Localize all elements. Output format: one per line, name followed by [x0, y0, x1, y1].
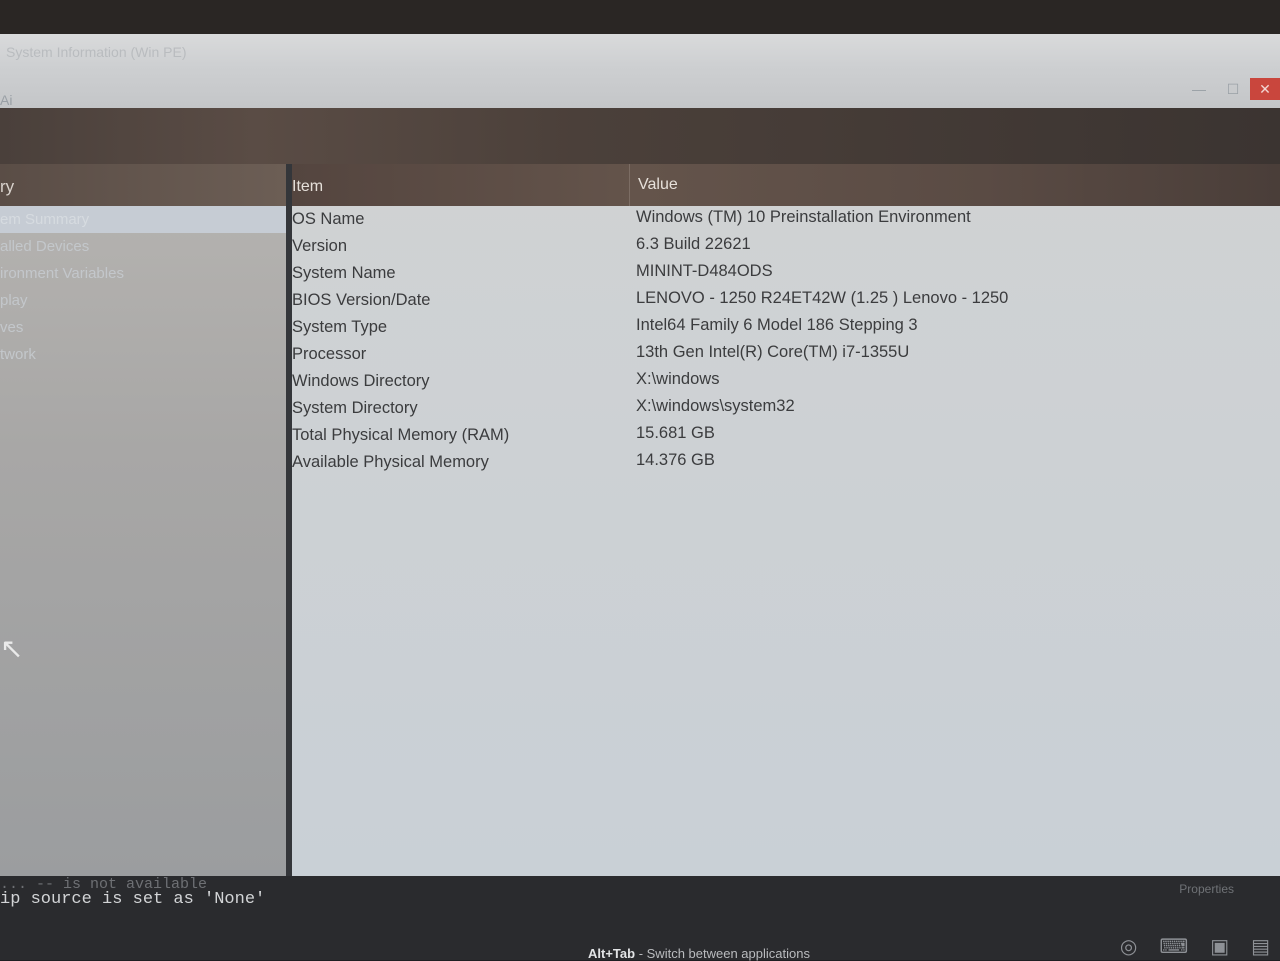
minimize-button[interactable]: —	[1182, 78, 1216, 100]
row-value: X:\windows	[636, 370, 720, 388]
row-value: 13th Gen Intel(R) Core(TM) i7-1355U	[636, 343, 910, 361]
table-row[interactable]: Total Physical Memory (RAM) 15.681 GB	[292, 422, 1280, 449]
row-item: Total Physical Memory (RAM)	[292, 426, 510, 444]
list-column-header: Item Value	[292, 164, 1280, 206]
close-button[interactable]: ✕	[1250, 78, 1280, 100]
hint-text: - Switch between applications	[635, 946, 810, 961]
row-item: Windows Directory	[292, 372, 430, 390]
tree-item-environment-variables[interactable]: ironment Variables	[0, 260, 286, 287]
row-item: System Name	[292, 264, 396, 282]
console-line: ip source is set as 'None'	[0, 890, 266, 909]
column-header-item[interactable]: Item	[292, 164, 630, 206]
toolbar-strip	[0, 108, 1280, 164]
tree-item-network[interactable]: twork	[0, 341, 286, 368]
tree-item-drives[interactable]: ves	[0, 314, 286, 341]
window-caption: System Information (Win PE)	[6, 44, 187, 60]
table-row[interactable]: Processor 13th Gen Intel(R) Core(TM) i7-1…	[292, 341, 1280, 368]
details-list[interactable]: Item Value OS Name Windows (TM) 10 Preins…	[292, 164, 1280, 876]
row-item: BIOS Version/Date	[292, 291, 431, 309]
window-subtitle: Ai	[0, 92, 13, 108]
monitor-icon[interactable]: ▣	[1210, 934, 1229, 959]
row-item: Processor	[292, 345, 367, 363]
row-value: 6.3 Build 22621	[636, 235, 751, 253]
window-controls: — ☐ ✕	[1182, 78, 1280, 100]
row-value: 15.681 GB	[636, 424, 715, 442]
row-value: Intel64 Family 6 Model 186 Stepping 3	[636, 316, 918, 334]
row-item: Available Physical Memory	[292, 453, 489, 471]
column-header-value[interactable]: Value	[638, 164, 678, 206]
row-value: 14.376 GB	[636, 451, 715, 469]
row-value: X:\windows\system32	[636, 397, 795, 415]
row-item: OS Name	[292, 210, 365, 228]
window-titlebar: System Information (Win PE) Ai — ☐ ✕	[0, 34, 1280, 108]
tree-item-system-summary[interactable]: em Summary	[0, 206, 286, 233]
tree-item-display[interactable]: play	[0, 287, 286, 314]
table-row[interactable]: OS Name Windows (TM) 10 Preinstallation E…	[292, 206, 1280, 233]
app-icon[interactable]: ▤	[1251, 934, 1270, 959]
network-icon[interactable]: ◎	[1120, 934, 1137, 959]
monitor-bezel	[0, 0, 1280, 34]
row-value: LENOVO - 1250 R24ET42W (1.25 ) Lenovo - …	[636, 289, 1009, 307]
mouse-pointer-icon: ↖	[0, 633, 24, 664]
keyboard-icon[interactable]: ⌨	[1159, 934, 1188, 959]
row-item: System Type	[292, 318, 388, 336]
maximize-button[interactable]: ☐	[1216, 78, 1250, 100]
properties-label[interactable]: Properties	[1179, 882, 1234, 896]
row-value: Windows (TM) 10 Preinstallation Environm…	[636, 208, 971, 226]
tree-item-installed-devices[interactable]: alled Devices	[0, 233, 286, 260]
table-row[interactable]: BIOS Version/Date LENOVO - 1250 R24ET42W …	[292, 287, 1280, 314]
table-row[interactable]: Windows Directory X:\windows	[292, 368, 1280, 395]
table-row[interactable]: System Directory X:\windows\system32	[292, 395, 1280, 422]
table-row[interactable]: System Type Intel64 Family 6 Model 186 St…	[292, 314, 1280, 341]
table-row[interactable]: System Name MININT-D484ODS	[292, 260, 1280, 287]
list-rows: OS Name Windows (TM) 10 Preinstallation E…	[292, 206, 1280, 476]
table-row[interactable]: Available Physical Memory 14.376 GB	[292, 449, 1280, 476]
category-tree[interactable]: ry em Summary alled Devices ironment Var…	[0, 164, 292, 876]
row-item: System Directory	[292, 399, 418, 417]
tree-header: ry	[0, 164, 286, 206]
hint-keys: Alt+Tab	[588, 946, 636, 961]
keyboard-hint: Alt+Tab - Switch between applications	[588, 946, 810, 961]
row-item: Version	[292, 237, 348, 255]
row-value: MININT-D484ODS	[636, 262, 773, 280]
table-row[interactable]: Version 6.3 Build 22621	[292, 233, 1280, 260]
system-tray: ◎ ⌨ ▣ ▤	[1120, 934, 1270, 959]
